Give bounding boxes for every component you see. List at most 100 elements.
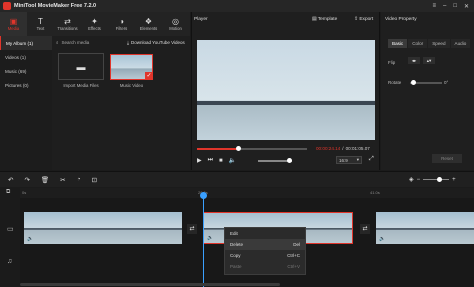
tab-basic[interactable]: Basic bbox=[388, 39, 408, 48]
redo-icon[interactable]: ↷ bbox=[24, 176, 29, 184]
window-title: MiniTool MovieMaker Free 7.2.0 bbox=[14, 3, 97, 9]
filters-icon: ◑ bbox=[119, 17, 124, 26]
app-logo-icon bbox=[3, 2, 11, 10]
timeline-scrollbar[interactable] bbox=[20, 283, 280, 286]
flip-buttons: ◂▸ ▴▾ bbox=[408, 57, 435, 64]
menu-item-label: Copy bbox=[230, 253, 241, 258]
zoom-slider[interactable] bbox=[423, 176, 450, 182]
aspect-value: 16:9 bbox=[339, 157, 348, 163]
menu-icon[interactable]: ≡ bbox=[432, 3, 436, 10]
folder-icon: ▣ bbox=[9, 17, 18, 26]
properties-tabs: Basic Color Speed Audio bbox=[388, 39, 471, 48]
playhead[interactable] bbox=[203, 193, 204, 287]
volume-icon[interactable]: 🔈 bbox=[229, 157, 236, 164]
search-placeholder: Search media bbox=[61, 40, 90, 45]
rotate-handle[interactable] bbox=[411, 80, 416, 85]
sidebar-item-my-album[interactable]: My Album (1) bbox=[0, 36, 52, 50]
menu-item-label: Paste bbox=[230, 264, 242, 269]
menu-item-shortcut: Ctrl+C bbox=[287, 253, 300, 258]
toolbar-elements[interactable]: ❖ Elements bbox=[135, 12, 162, 36]
toolbar-filters[interactable]: ◑ Filters bbox=[108, 12, 135, 36]
close-icon[interactable]: ✕ bbox=[464, 3, 469, 10]
seek-handle[interactable] bbox=[235, 146, 241, 151]
speaker-icon: 🔈 bbox=[27, 236, 34, 242]
delete-icon[interactable]: 🗑 bbox=[41, 176, 49, 184]
maximize-icon[interactable]: □ bbox=[453, 3, 457, 10]
elements-icon: ❖ bbox=[144, 17, 153, 26]
split-icon[interactable]: ✂ bbox=[60, 176, 65, 184]
zoom-handle[interactable] bbox=[437, 176, 443, 182]
check-icon: ✓ bbox=[145, 72, 153, 80]
import-media-label: Import Media Files bbox=[63, 83, 99, 88]
toolbar-effects[interactable]: ✦ Effects bbox=[81, 12, 108, 36]
export-button[interactable]: ⇪ Export bbox=[354, 17, 373, 22]
aspect-ratio-select[interactable]: 16:9 ▾ bbox=[336, 156, 362, 164]
crop-icon[interactable]: ⊡ bbox=[92, 176, 97, 184]
undo-icon[interactable]: ↶ bbox=[8, 176, 13, 184]
menu-item-edit[interactable]: Edit bbox=[225, 228, 305, 239]
toolbar-label: Filters bbox=[115, 26, 128, 31]
menu-item-label: Delete bbox=[230, 242, 244, 247]
transition-icon[interactable]: ⇄ bbox=[360, 224, 370, 234]
stop-icon[interactable]: ■ bbox=[219, 158, 223, 164]
folder-icon: ▬ bbox=[76, 61, 86, 72]
search-input[interactable]: ⌕ Search media bbox=[56, 38, 89, 47]
toolbar-label: Media bbox=[7, 26, 20, 31]
playhead-handle[interactable] bbox=[200, 192, 207, 199]
window-controls: ≡ – □ ✕ bbox=[432, 3, 474, 10]
video-preview-bridge bbox=[197, 101, 375, 105]
timeline-clip[interactable]: 🔈 bbox=[24, 212, 182, 244]
template-label: Template bbox=[317, 17, 338, 22]
chevron-down-icon: ▾ bbox=[356, 157, 359, 162]
playback-controls: ▶ ⏭ ■ 🔈 bbox=[197, 157, 236, 164]
rotate-label: Rotate bbox=[388, 80, 402, 85]
effects-icon: ✦ bbox=[91, 17, 98, 26]
media-clip-label: Music Video bbox=[119, 83, 144, 88]
menu-item-shortcut: Ctrl+V bbox=[287, 264, 300, 269]
volume-handle[interactable] bbox=[287, 158, 292, 163]
main-toolbar: ▣ Media T Text ⇄ Transitions ✦ Effects ◑ Filt… bbox=[0, 12, 190, 36]
zoom-fit-icon[interactable]: ◈ bbox=[409, 176, 414, 183]
template-button[interactable]: ▤ Template bbox=[312, 17, 337, 22]
toolbar-text[interactable]: T Text bbox=[27, 12, 54, 36]
minimize-icon[interactable]: – bbox=[443, 3, 446, 10]
fullscreen-icon[interactable]: ⤢ bbox=[369, 156, 374, 163]
play-icon[interactable]: ▶ bbox=[197, 157, 202, 164]
seek-progress bbox=[197, 148, 238, 150]
transition-icon[interactable]: ⇄ bbox=[187, 224, 197, 234]
sidebar-item-pictures[interactable]: Pictures (0) bbox=[0, 78, 52, 92]
zoom-out-icon[interactable]: − bbox=[417, 177, 421, 183]
menu-item-delete[interactable]: Delete Del bbox=[225, 239, 305, 250]
add-track-icon[interactable]: ⧉ bbox=[6, 189, 10, 196]
zoom-in-icon[interactable]: + bbox=[452, 177, 456, 183]
timeline-ruler[interactable]: 0s 26.0s 41.0s bbox=[20, 188, 474, 198]
youtube-download-link[interactable]: ⤓ Download YouTube Videos bbox=[127, 38, 185, 47]
toolbar-label: Motion bbox=[169, 26, 182, 31]
motion-icon: ◎ bbox=[172, 17, 179, 26]
player-title: Player bbox=[194, 17, 208, 22]
next-frame-icon[interactable]: ⏭ bbox=[208, 157, 213, 164]
reset-button[interactable]: Reset bbox=[432, 154, 462, 163]
sidebar-item-videos[interactable]: Videos (1) bbox=[0, 50, 52, 64]
properties-panel bbox=[381, 12, 474, 170]
tab-speed[interactable]: Speed bbox=[428, 39, 450, 48]
tab-audio[interactable]: Audio bbox=[450, 39, 471, 48]
toolbar-label: Text bbox=[36, 26, 45, 31]
speed-icon[interactable]: ◔ bbox=[77, 176, 81, 183]
toolbar-motion[interactable]: ◎ Motion bbox=[162, 12, 189, 36]
title-bar: MiniTool MovieMaker Free 7.2.0 ≡ – □ ✕ bbox=[0, 0, 474, 12]
toolbar-transitions[interactable]: ⇄ Transitions bbox=[54, 12, 81, 36]
menu-item-paste[interactable]: Paste Ctrl+V bbox=[225, 261, 305, 272]
sidebar-item-music[interactable]: Music (69) bbox=[0, 64, 52, 78]
timeline-toolbar: ↶ ↷ 🗑 ✂ ◔ ⊡ bbox=[0, 171, 474, 187]
toolbar-media[interactable]: ▣ Media bbox=[0, 12, 27, 36]
context-menu: Edit Delete Del Copy Ctrl+C Paste Ctrl+V bbox=[224, 227, 306, 275]
tab-color[interactable]: Color bbox=[408, 39, 428, 48]
flip-vertical-button[interactable]: ▴▾ bbox=[423, 57, 435, 64]
speaker-icon: 🔈 bbox=[379, 236, 386, 242]
timeline-zoom: ◈ − + bbox=[409, 176, 456, 184]
menu-item-copy[interactable]: Copy Ctrl+C bbox=[225, 250, 305, 261]
timeline-clip[interactable]: 🔈 bbox=[376, 212, 474, 244]
import-media-button[interactable]: ▬ bbox=[58, 53, 104, 80]
flip-horizontal-button[interactable]: ◂▸ bbox=[408, 57, 420, 64]
